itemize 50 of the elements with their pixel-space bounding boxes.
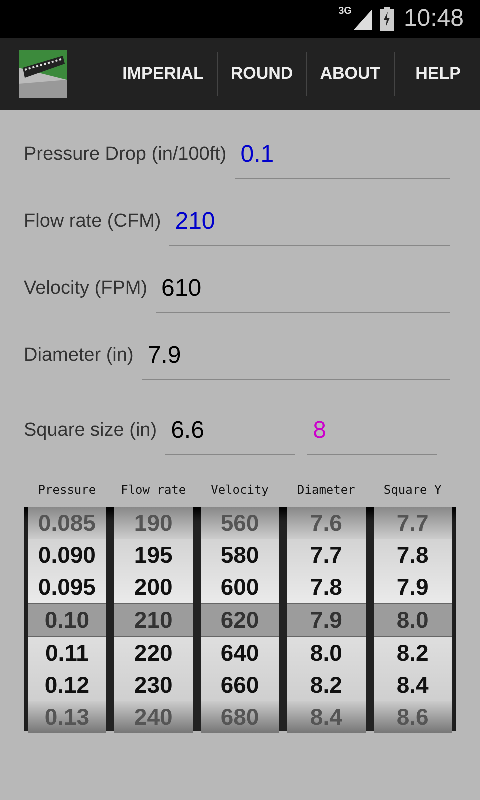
- picker-value[interactable]: 0.12: [28, 669, 106, 701]
- picker-value[interactable]: 620: [200, 603, 280, 637]
- picker-value[interactable]: 8.4: [374, 669, 452, 701]
- column-heading: Pressure: [37, 483, 98, 497]
- menu-item[interactable]: HELP: [394, 56, 480, 92]
- menu-item[interactable]: ABOUT: [307, 56, 394, 92]
- picker-value[interactable]: 0.095: [28, 571, 106, 603]
- picker-value[interactable]: 8.0: [287, 637, 366, 669]
- picker-value[interactable]: 8.2: [374, 637, 452, 669]
- field-label: Diameter (in): [24, 345, 134, 368]
- picker-value[interactable]: 660: [200, 669, 280, 701]
- column-heading: Velocity: [210, 483, 270, 497]
- input-field[interactable]: 210: [169, 207, 450, 246]
- picker-value[interactable]: 210: [114, 603, 193, 637]
- picker-value[interactable]: 230: [114, 669, 193, 701]
- picker-value[interactable]: 195: [114, 539, 193, 571]
- picker-value[interactable]: 8.0: [374, 603, 452, 637]
- picker-value[interactable]: 600: [200, 571, 280, 603]
- picker-value[interactable]: 0.090: [28, 539, 106, 571]
- picker-value[interactable]: 0.10: [28, 603, 106, 637]
- input-field[interactable]: 6.6: [165, 416, 296, 455]
- picker-value[interactable]: 7.9: [287, 603, 366, 637]
- field-label: Flow rate (CFM): [24, 211, 162, 234]
- field-label: Velocity (FPM): [24, 278, 148, 301]
- column-heading: Flow rate: [120, 483, 188, 497]
- logo-icon[interactable]: [19, 50, 67, 98]
- field-label: Square size (in): [24, 420, 158, 443]
- picker-value[interactable]: 640: [200, 637, 280, 669]
- input-field[interactable]: 0.1: [234, 140, 450, 179]
- picker-value[interactable]: 7.9: [374, 571, 452, 603]
- column-heading: Diameter: [296, 483, 356, 497]
- picker-value[interactable]: 8.2: [287, 669, 366, 701]
- column-heading: Square Y: [382, 483, 443, 497]
- menu-item[interactable]: IMPERIAL: [110, 56, 217, 92]
- picker-value[interactable]: 580: [200, 539, 280, 571]
- network-type: 3G: [338, 6, 352, 17]
- input-field[interactable]: 7.9: [142, 341, 450, 380]
- picker-value[interactable]: 0.11: [28, 637, 106, 669]
- input-field[interactable]: 610: [156, 274, 450, 313]
- picker-value[interactable]: 220: [114, 637, 193, 669]
- signal-icon: [352, 8, 374, 30]
- number-picker[interactable]: 0.085 0.090 0.095 0.10 0.11 0.12 0.13 190 195 200 210 220 230 240 560 580 600 620 640 660 680 7.6 7.7 7.8 7.9 8.0 8.2 8.4 7.7 7.8 7.9 8.0 8.2 8.4 8.6: [24, 507, 456, 731]
- menu-item[interactable]: ROUND: [218, 56, 306, 92]
- picker-value[interactable]: 7.8: [287, 571, 366, 603]
- clock: 10:48: [404, 5, 464, 33]
- field-label: Pressure Drop (in/100ft): [24, 144, 227, 167]
- picker-value[interactable]: 200: [114, 571, 193, 603]
- picker-value[interactable]: 7.8: [374, 539, 452, 571]
- picker-value[interactable]: 7.7: [287, 539, 366, 571]
- battery-icon: [380, 7, 394, 31]
